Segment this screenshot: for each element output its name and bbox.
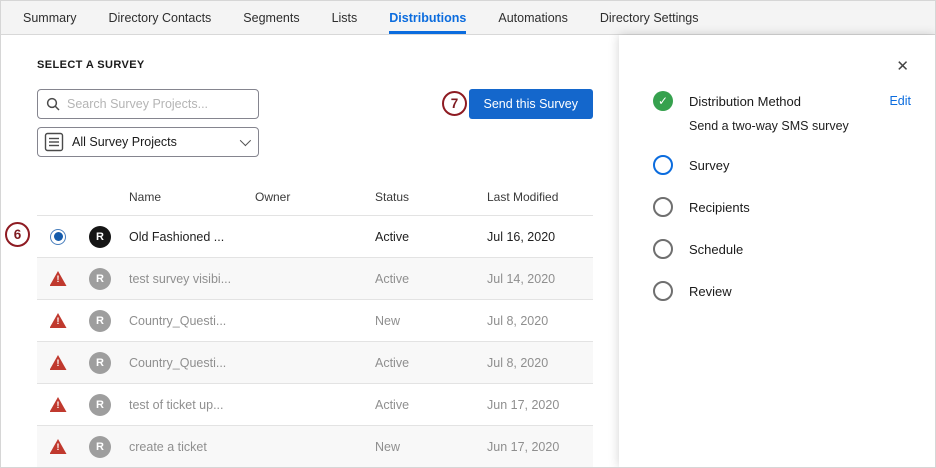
step-label: Distribution Method: [689, 94, 801, 109]
survey-name: Country_Questi...: [121, 356, 247, 370]
search-input[interactable]: [67, 97, 250, 111]
survey-modified: Jul 14, 2020: [479, 272, 593, 286]
warning-icon: [50, 397, 67, 412]
annotation-step-7: 7: [442, 91, 467, 116]
survey-modified: Jul 8, 2020: [479, 314, 593, 328]
table-body: R Old Fashioned ... Active Jul 16, 2020 …: [37, 215, 593, 468]
pending-step-circle-icon: [653, 239, 673, 259]
table-header: Name Owner Status Last Modified: [37, 179, 593, 215]
warning-icon: [50, 355, 67, 370]
step-label: Recipients: [689, 200, 750, 215]
survey-modified: Jun 17, 2020: [479, 440, 593, 454]
step-label: Schedule: [689, 242, 743, 257]
edit-link[interactable]: Edit: [889, 94, 911, 108]
table-row[interactable]: R Old Fashioned ... Active Jul 16, 2020: [37, 215, 593, 257]
survey-status: Active: [367, 398, 479, 412]
main-content: SELECT A SURVEY All Survey Projects: [1, 35, 619, 467]
survey-avatar-icon: R: [89, 352, 111, 374]
tab-directory-settings[interactable]: Directory Settings: [600, 1, 699, 34]
survey-controls: All Survey Projects 7 Send this Survey: [37, 89, 593, 157]
close-icon[interactable]: ✕: [896, 59, 909, 74]
tab-lists[interactable]: Lists: [332, 1, 358, 34]
survey-name: Country_Questi...: [121, 314, 247, 328]
survey-avatar-icon: R: [89, 310, 111, 332]
survey-status: Active: [367, 356, 479, 370]
survey-name: Old Fashioned ...: [121, 230, 247, 244]
step-label: Survey: [689, 158, 729, 173]
check-circle-icon: ✓: [653, 91, 673, 111]
distribution-steps-panel: ✕ ✓ Distribution Method Edit Send a two-…: [619, 35, 935, 467]
tab-segments[interactable]: Segments: [243, 1, 299, 34]
survey-table: Name Owner Status Last Modified R Old Fa…: [37, 179, 593, 468]
chevron-down-icon: [240, 135, 251, 146]
survey-name: test survey visibi...: [121, 272, 247, 286]
distributions-page: Summary Directory Contacts Segments List…: [0, 0, 936, 468]
survey-status: New: [367, 314, 479, 328]
step-recipients[interactable]: Recipients: [653, 197, 911, 217]
warning-icon: [50, 439, 67, 454]
step-subtitle: Send a two-way SMS survey: [689, 119, 911, 133]
survey-status: Active: [367, 230, 479, 244]
pending-step-circle-icon: [653, 197, 673, 217]
column-status: Status: [367, 190, 479, 204]
tab-summary[interactable]: Summary: [23, 1, 76, 34]
project-filter-dropdown[interactable]: All Survey Projects: [37, 127, 259, 157]
survey-avatar-icon: R: [89, 394, 111, 416]
warning-icon: [50, 313, 67, 328]
step-label: Review: [689, 284, 732, 299]
survey-avatar-icon: R: [89, 268, 111, 290]
survey-modified: Jul 16, 2020: [479, 230, 593, 244]
search-icon: [46, 97, 60, 111]
survey-modified: Jun 17, 2020: [479, 398, 593, 412]
column-name: Name: [121, 190, 247, 204]
step-distribution-method[interactable]: ✓ Distribution Method Edit: [653, 91, 911, 111]
table-row[interactable]: R Country_Questi... Active Jul 8, 2020: [37, 341, 593, 383]
step-review[interactable]: Review: [653, 281, 911, 301]
survey-name: test of ticket up...: [121, 398, 247, 412]
warning-icon: [50, 271, 67, 286]
steps-list: ✓ Distribution Method Edit Send a two-wa…: [619, 35, 935, 301]
send-this-survey-button[interactable]: Send this Survey: [469, 89, 594, 119]
search-box: [37, 89, 259, 119]
survey-status: New: [367, 440, 479, 454]
survey-avatar-icon: R: [89, 226, 111, 248]
tab-distributions[interactable]: Distributions: [389, 1, 466, 34]
table-row[interactable]: R Country_Questi... New Jul 8, 2020: [37, 299, 593, 341]
column-last-modified: Last Modified: [479, 190, 593, 204]
table-row[interactable]: R test survey visibi... Active Jul 14, 2…: [37, 257, 593, 299]
table-row[interactable]: R create a ticket New Jun 17, 2020: [37, 425, 593, 467]
survey-name: create a ticket: [121, 440, 247, 454]
annotation-step-6: 6: [5, 222, 30, 247]
survey-modified: Jul 8, 2020: [479, 356, 593, 370]
top-nav: Summary Directory Contacts Segments List…: [1, 1, 935, 35]
radio-selected-icon[interactable]: [50, 229, 66, 245]
project-filter-value: All Survey Projects: [72, 135, 232, 149]
tab-automations[interactable]: Automations: [498, 1, 567, 34]
column-owner: Owner: [247, 190, 367, 204]
pending-step-circle-icon: [653, 281, 673, 301]
survey-status: Active: [367, 272, 479, 286]
step-schedule[interactable]: Schedule: [653, 239, 911, 259]
list-icon: [44, 132, 64, 152]
survey-avatar-icon: R: [89, 436, 111, 458]
step-survey[interactable]: Survey: [653, 155, 911, 175]
tab-directory-contacts[interactable]: Directory Contacts: [108, 1, 211, 34]
table-row[interactable]: R test of ticket up... Active Jun 17, 20…: [37, 383, 593, 425]
page-title: SELECT A SURVEY: [37, 59, 619, 71]
current-step-circle-icon: [653, 155, 673, 175]
